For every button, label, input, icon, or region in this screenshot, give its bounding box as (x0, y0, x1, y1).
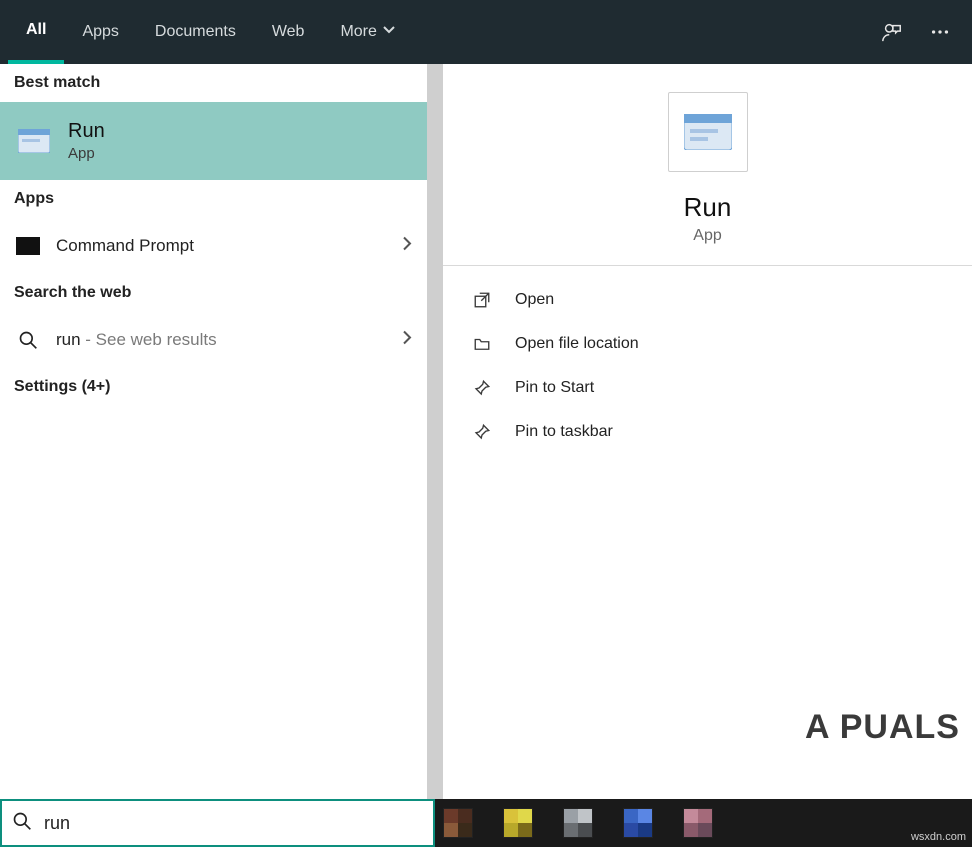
chevron-right-icon (401, 331, 413, 350)
action-open-file-location-label: Open file location (515, 335, 639, 353)
taskbar-item[interactable] (623, 808, 653, 838)
taskbar-icons (435, 799, 972, 847)
taskbar-item[interactable] (443, 808, 473, 838)
open-icon (473, 291, 501, 309)
taskbar: wsxdn.com (0, 799, 972, 847)
section-settings: Settings (4+) (0, 368, 427, 406)
tab-apps[interactable]: Apps (64, 0, 136, 64)
search-icon (14, 326, 42, 354)
pin-icon (473, 423, 501, 441)
web-query: run (56, 330, 81, 349)
result-command-prompt[interactable]: Command Prompt (0, 218, 427, 274)
topbar: All Apps Documents Web More (0, 0, 972, 64)
watermark-text: A PUALS (805, 708, 960, 747)
tab-more-label: More (340, 23, 376, 41)
section-search-web: Search the web (0, 274, 427, 312)
app-large-icon (668, 92, 748, 172)
taskbar-item[interactable] (683, 808, 713, 838)
section-best-match: Best match (0, 64, 427, 102)
pin-icon (473, 379, 501, 397)
run-app-icon (14, 121, 54, 161)
search-results-body: Best match Run App Apps Command Prompt (0, 64, 972, 799)
taskbar-item[interactable] (503, 808, 533, 838)
search-icon (12, 811, 32, 836)
best-match-title: Run (68, 120, 105, 143)
best-match-result[interactable]: Run App (0, 102, 427, 180)
details-pane: Run App Open Open file location (443, 64, 972, 799)
action-open[interactable]: Open (449, 278, 966, 322)
panel-gap (427, 64, 443, 799)
app-name: Run (684, 192, 732, 223)
section-apps: Apps (0, 180, 427, 218)
web-suffix: - See web results (81, 330, 217, 349)
action-pin-start[interactable]: Pin to Start (449, 366, 966, 410)
tab-more[interactable]: More (322, 0, 412, 64)
best-match-titles: Run App (68, 120, 105, 162)
actions-list: Open Open file location Pin to Start (443, 266, 972, 466)
result-web-search[interactable]: run - See web results (0, 312, 427, 368)
more-options-icon[interactable] (916, 8, 964, 56)
action-pin-taskbar-label: Pin to taskbar (515, 423, 613, 441)
filter-tabs: All Apps Documents Web More (8, 0, 413, 64)
tab-all[interactable]: All (8, 0, 64, 64)
source-credit: wsxdn.com (911, 831, 966, 843)
chevron-right-icon (401, 237, 413, 256)
tab-web[interactable]: Web (254, 0, 323, 64)
app-header: Run App (443, 64, 972, 266)
watermark-logo: A PUALS (805, 708, 960, 747)
search-input[interactable] (44, 813, 423, 834)
action-open-label: Open (515, 291, 554, 309)
tab-documents[interactable]: Documents (137, 0, 254, 64)
feedback-icon[interactable] (868, 8, 916, 56)
best-match-kind: App (68, 145, 105, 162)
chevron-down-icon (383, 23, 395, 41)
result-web-search-label: run - See web results (56, 330, 217, 350)
search-box[interactable] (0, 799, 435, 847)
action-open-file-location[interactable]: Open file location (449, 322, 966, 366)
folder-icon (473, 335, 501, 353)
action-pin-taskbar[interactable]: Pin to taskbar (449, 410, 966, 454)
result-command-prompt-label: Command Prompt (56, 236, 194, 256)
action-pin-start-label: Pin to Start (515, 379, 594, 397)
results-panel: Best match Run App Apps Command Prompt (0, 64, 427, 799)
app-kind: App (693, 227, 721, 245)
taskbar-item[interactable] (563, 808, 593, 838)
command-prompt-icon (14, 232, 42, 260)
